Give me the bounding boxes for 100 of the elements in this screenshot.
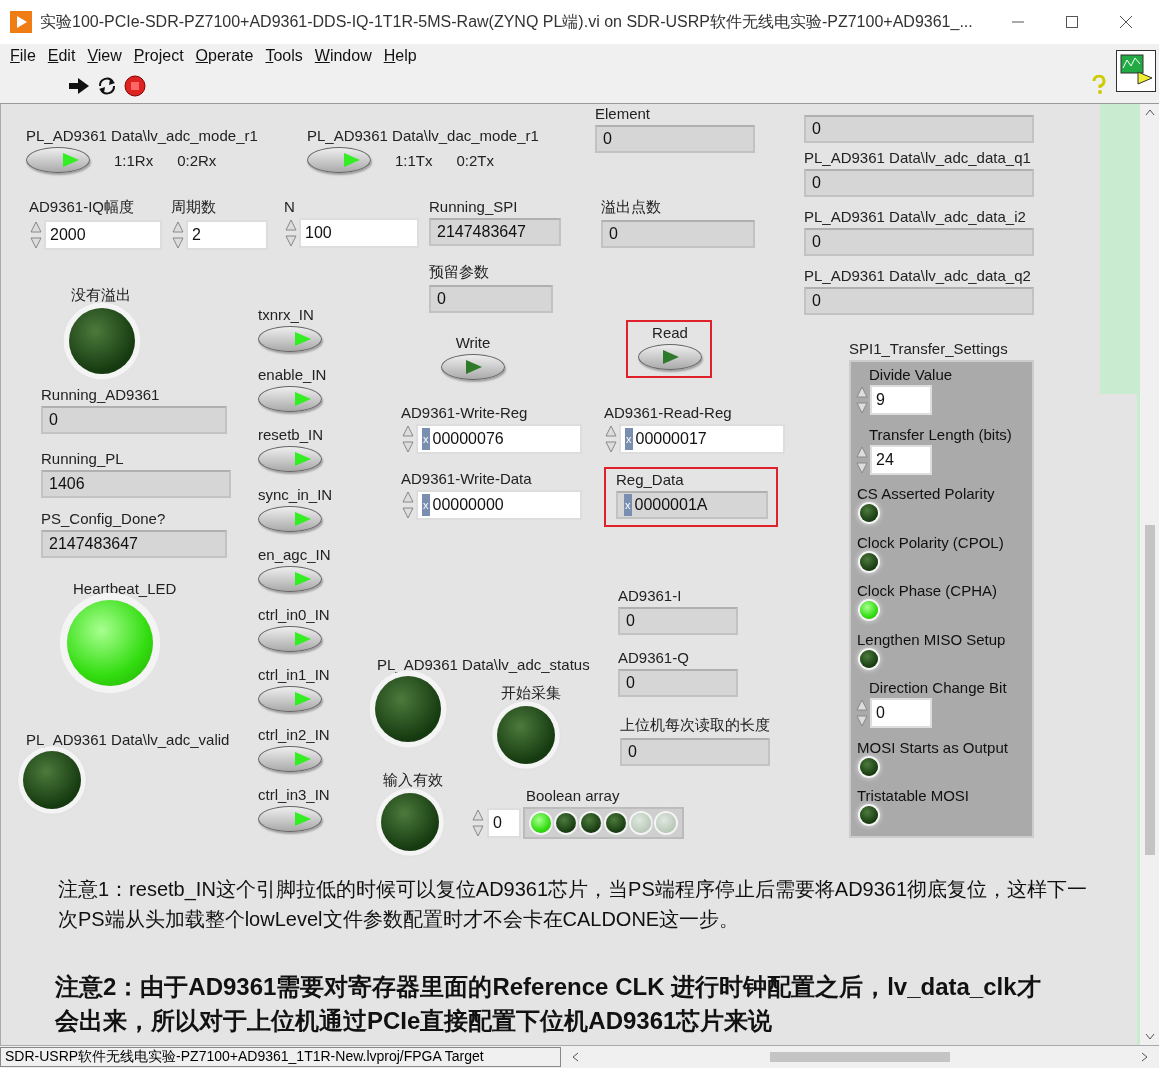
value-display: 0 [41,406,227,434]
control-label: ctrl_in1_IN [258,666,330,683]
control-label: Clock Polarity (CPOL) [857,533,1005,551]
spinner-arrows-icon[interactable] [855,698,869,729]
index-field[interactable]: 0 [487,808,521,838]
spinner-arrows-icon[interactable] [855,444,869,475]
control-label: AD9361-IQ幅度 [29,198,135,217]
control-label: PL_AD9361 Data\lv_adc_valid [26,731,230,748]
number-field[interactable]: 100 [299,218,419,248]
spinner-arrows-icon[interactable] [855,385,869,415]
toggle-switch[interactable] [258,746,322,772]
value-display: 0 [804,115,1034,143]
value-display: 0 [601,220,755,248]
toggle-switch[interactable] [258,686,322,712]
menu-item[interactable]: Window [310,47,380,65]
value-display: 1406 [41,470,231,498]
abort-icon[interactable] [124,74,146,97]
value-display: 0 [618,607,738,635]
vi-icon [1116,50,1156,92]
switch-option-label: 1:1Rx [114,151,154,169]
number-field[interactable]: 2000 [44,220,162,250]
value-display: 0 [429,285,553,313]
toggle-switch[interactable] [258,626,322,652]
control-label: PL_AD9361 Data\lv_adc_data_i2 [804,208,1026,225]
status-path: SDR-USRP软件无线电实验-PZ7100+AD9361_1T1R-New.lvproj/FPGA Target [0,1047,561,1067]
number-field[interactable]: 0 [870,698,932,729]
control-label: 溢出点数 [601,198,661,217]
number-field[interactable]: x 00000000 [416,490,582,520]
control-label: en_agc_IN [258,546,331,563]
toggle-switch[interactable] [441,354,505,380]
spinner-arrows-icon[interactable] [604,424,618,454]
control-label: Running_AD9361 [41,386,160,403]
value-display: 2147483647 [41,530,227,558]
menu-item[interactable]: View [83,47,130,65]
scroll-thumb[interactable] [770,1052,950,1062]
control-label: Heartbeat_LED [73,580,177,597]
switch-option-label: 1:1Tx [395,151,433,169]
menu-item[interactable]: Help [379,47,425,65]
control-label: AD9361-Write-Data [401,470,532,487]
control-label: PL_AD9361 Data\lv_dac_mode_r1 [307,127,539,144]
toggle-switch[interactable] [258,506,322,532]
window-title: 实验100-PCIe-SDR-PZ7100+AD9361-DDS-IQ-1T1R-5MS-Raw(ZYNQ PL端).vi on SDR-USRP软件无线电实验-PZ7100+AD9361_... [40,11,974,32]
control-label: sync_in_IN [258,486,333,503]
toggle-switch[interactable] [307,147,371,173]
control-label: Read [652,324,688,341]
spinner-arrows-icon[interactable] [171,220,185,250]
control-label: Clock Phase (CPHA) [857,582,999,600]
close-icon[interactable] [1120,15,1132,28]
toggle-switch[interactable] [258,326,322,352]
toggle-switch[interactable] [258,386,322,412]
control-label: PS_Config_Done? [41,510,166,527]
control-label: AD9361-Write-Reg [401,404,528,421]
value-display: 0 [804,228,1034,256]
spinner-arrows-icon[interactable] [471,808,485,838]
run-arrow-icon[interactable] [68,76,90,95]
control-label: AD9361-Read-Reg [604,404,732,421]
control-label: 上位机每次读取的长度 [620,716,770,735]
toggle-switch[interactable] [638,344,702,370]
value-display: 0 [595,125,755,153]
note-text: 注意1：resetb_IN这个引脚拉低的时候可以复位AD9361芯片，当PS端程序停止后需要将AD9361彻底复位，这样下一次PS端从头加载整个lowLevel文件参数配置时才不会卡在CALDONE这一步。 [58,877,1089,932]
number-field[interactable]: x 00000076 [416,424,582,454]
menu-item[interactable]: Tools [261,47,311,65]
control-label: Lengthen MISO Setup [857,630,1007,648]
menu-item[interactable]: Operate [191,47,262,65]
number-field[interactable]: 2 [186,220,268,250]
number-field[interactable]: 9 [870,385,932,415]
control-label: Transfer Length (bits) [869,425,1013,443]
maximize-icon[interactable] [1066,15,1078,28]
toggle-switch[interactable] [258,446,322,472]
control-label: Write [455,334,491,351]
control-label: CS Asserted Polarity [857,485,996,502]
spinner-arrows-icon[interactable] [29,220,43,250]
toggle-switch[interactable] [26,147,90,173]
control-label: Divide Value [869,366,954,383]
control-label: Element [595,105,651,122]
scroll-thumb[interactable] [1144,524,1155,855]
control-label: ctrl_in2_IN [258,726,330,743]
number-field[interactable]: x 00000017 [619,424,785,454]
menu-item[interactable]: Project [129,47,192,65]
menu-item[interactable]: Edit [43,47,84,65]
control-label: Running_PL [41,450,124,467]
control-label: 预留参数 [429,263,489,282]
control-label: PL_AD9361 Data\lv_adc_data_q2 [804,267,1031,284]
control-label: Tristatable MOSI [857,787,970,805]
toggle-switch[interactable] [258,806,322,832]
spinner-arrows-icon[interactable] [401,490,415,520]
spinner-arrows-icon[interactable] [401,424,415,454]
cluster-label: SPI1_Transfer_Settings [849,340,1008,357]
app-logo-icon [10,11,32,33]
run-continuously-icon[interactable] [96,75,118,96]
control-label: 没有溢出 [71,286,131,305]
number-field[interactable]: 24 [870,444,932,475]
toggle-switch[interactable] [258,566,322,592]
menu-item[interactable]: File [6,47,44,65]
control-label: txnrx_IN [258,306,314,323]
control-label: ctrl_in3_IN [258,786,330,803]
control-label: PL_AD9361 Data\lv_adc_status [377,656,590,673]
control-label: N [284,198,295,215]
spinner-arrows-icon[interactable] [284,218,298,248]
value-display: 0 [804,169,1034,197]
